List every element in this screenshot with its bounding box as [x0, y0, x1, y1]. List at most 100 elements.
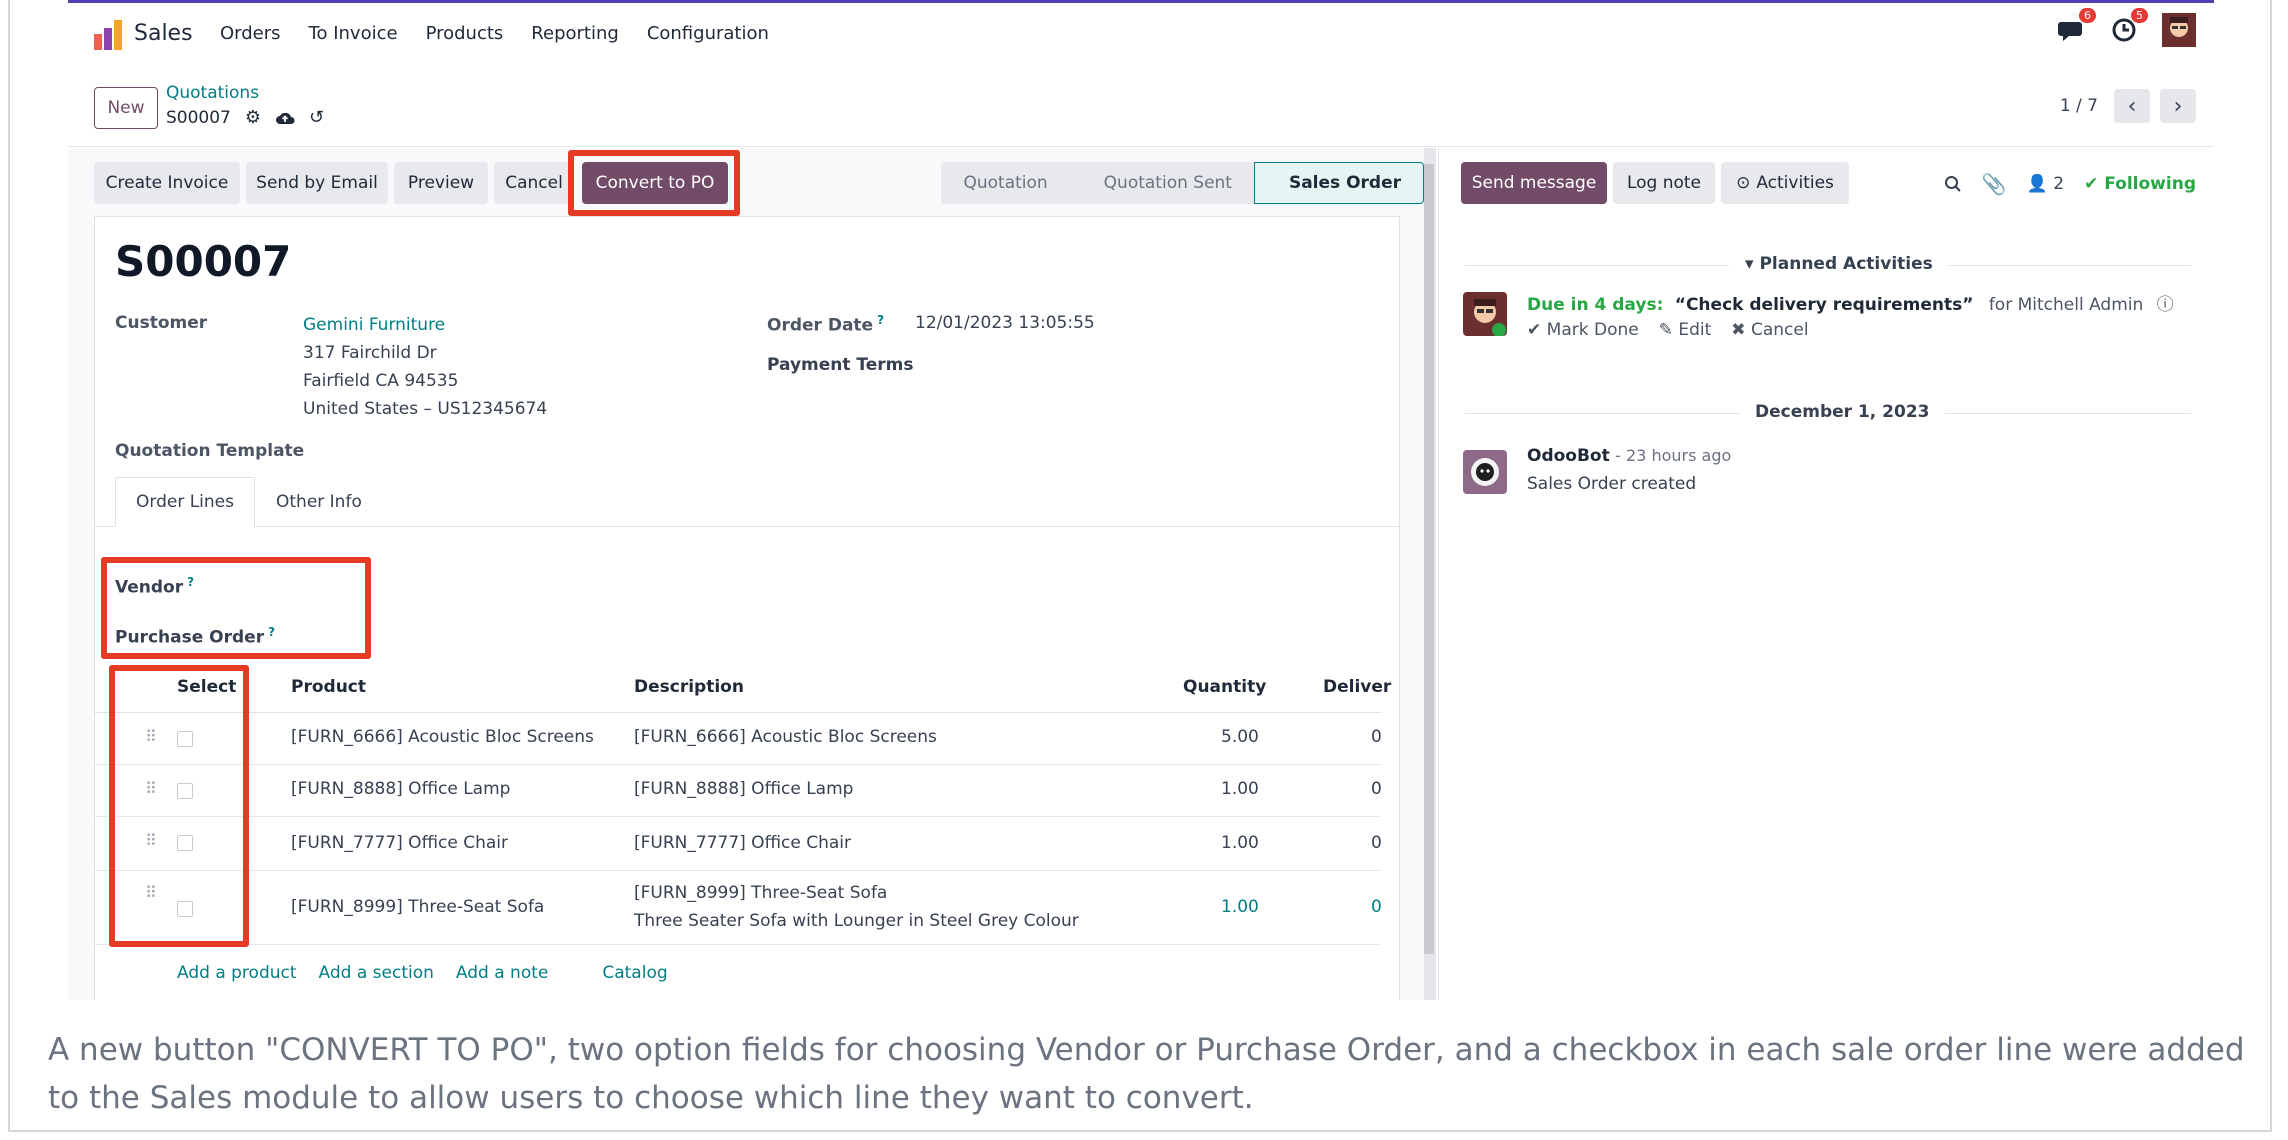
table-row[interactable]: ⠿ [FURN_6666] Acoustic Bloc Screens [FUR… — [95, 713, 1382, 765]
table-row[interactable]: ⠿ [FURN_7777] Office Chair [FURN_7777] O… — [95, 817, 1382, 871]
activity-due: Due in 4 days: — [1527, 295, 1664, 315]
search-icon[interactable] — [1944, 175, 1962, 193]
row-product: [FURN_8888] Office Lamp — [291, 779, 511, 799]
scrollbar-thumb[interactable] — [1424, 164, 1434, 954]
user-icon: 👤 — [2026, 174, 2048, 194]
stage-quotation-sent[interactable]: Quotation Sent — [1069, 162, 1254, 204]
planned-activities-title[interactable]: ▾ Planned Activities — [1729, 254, 1949, 274]
pager-value[interactable]: 1 / 7 — [2060, 96, 2098, 116]
order-date-field-label: Order Date? — [767, 313, 884, 336]
highlight-box-select — [109, 665, 249, 947]
followers-button[interactable]: 👤 2 — [2027, 174, 2064, 194]
menu-to-invoice[interactable]: To Invoice — [295, 23, 412, 44]
paperclip-icon[interactable]: 📎 — [1982, 172, 2007, 196]
stage-sales-order[interactable]: Sales Order — [1253, 162, 1424, 204]
form-scrollbar[interactable] — [1424, 148, 1436, 1000]
statusbar: Create Invoice Send by Email Preview Can… — [94, 150, 1424, 216]
row-delivered: 0 — [1371, 779, 1382, 799]
form-pane: Create Invoice Send by Email Preview Can… — [68, 148, 1436, 1000]
payment-terms-label: Payment Terms — [767, 355, 914, 375]
sales-app-icon[interactable] — [94, 20, 122, 50]
menu-configuration[interactable]: Configuration — [633, 23, 783, 44]
messages-icon[interactable]: 6 — [2058, 8, 2096, 44]
control-panel: New Quotations S00007 ⚙ ↺ 1 / 7 ‹ › — [68, 75, 2214, 147]
caption-text: A new button "CONVERT TO PO", two option… — [48, 1032, 2245, 1116]
close-icon: ✖ — [1731, 320, 1746, 340]
pencil-icon: ✎ — [1658, 320, 1673, 340]
odoobot-avatar — [1463, 450, 1507, 494]
row-description-line2: Three Seater Sofa with Lounger in Steel … — [634, 911, 1079, 931]
customer-address-line3: United States – US12345674 — [303, 399, 548, 419]
edit-activity-button[interactable]: ✎ Edit — [1659, 320, 1712, 340]
customer-name-link[interactable]: Gemini Furniture — [303, 315, 445, 335]
activity-avatar — [1463, 292, 1507, 337]
check-icon: ✔ — [2084, 174, 2099, 194]
tab-order-lines[interactable]: Order Lines — [115, 477, 255, 527]
header-delivered[interactable]: Deliver — [1323, 677, 1391, 697]
add-product-link[interactable]: Add a product — [177, 963, 297, 983]
row-product: [FURN_8999] Three-Seat Sofa — [291, 897, 545, 917]
send-by-email-button[interactable]: Send by Email — [246, 162, 388, 204]
new-button[interactable]: New — [94, 87, 158, 129]
create-invoice-button[interactable]: Create Invoice — [94, 162, 240, 204]
clock-icon: ⊙ — [1736, 173, 1751, 193]
menu-reporting[interactable]: Reporting — [517, 23, 633, 44]
row-description: [FURN_8888] Office Lamp — [634, 779, 854, 799]
row-description: [FURN_6666] Acoustic Bloc Screens — [634, 727, 937, 747]
systray: 6 5 — [2058, 8, 2196, 47]
highlight-box-convert — [568, 150, 740, 216]
cancel-label: Cancel — [1750, 320, 1809, 340]
help-tooltip-icon[interactable]: ? — [877, 313, 884, 327]
mark-done-button[interactable]: ✔ Mark Done — [1527, 320, 1639, 340]
cloud-upload-icon[interactable] — [275, 110, 295, 126]
discard-undo-icon[interactable]: ↺ — [309, 107, 324, 128]
cancel-activity-button[interactable]: ✖ Cancel — [1731, 320, 1808, 340]
following-button[interactable]: ✔ Following — [2084, 174, 2196, 194]
order-date-value[interactable]: 12/01/2023 13:05:55 — [915, 313, 1095, 333]
message-body: Sales Order created — [1527, 474, 1697, 494]
header-product[interactable]: Product — [291, 677, 366, 697]
quotation-template-label: Quotation Template — [115, 441, 305, 461]
table-row[interactable]: ⠿ [FURN_8888] Office Lamp [FURN_8888] Of… — [95, 765, 1382, 817]
gear-icon[interactable]: ⚙ — [245, 107, 261, 128]
followers-count: 2 — [2053, 174, 2065, 194]
app-name[interactable]: Sales — [134, 21, 193, 46]
date-separator: December 1, 2023 — [1739, 402, 1946, 422]
tab-other-info[interactable]: Other Info — [255, 477, 383, 527]
order-name: S00007 — [115, 237, 292, 286]
breadcrumb-current: S00007 — [166, 107, 231, 128]
info-icon[interactable]: ⓘ — [2157, 295, 2174, 315]
add-section-link[interactable]: Add a section — [319, 963, 434, 983]
row-quantity: 5.00 — [1221, 727, 1259, 747]
table-row[interactable]: ⠿ [FURN_8999] Three-Seat Sofa [FURN_8999… — [95, 871, 1382, 945]
add-note-link[interactable]: Add a note — [456, 963, 548, 983]
catalog-link[interactable]: Catalog — [602, 963, 667, 983]
chatter-panel: Send message Log note ⊙ Activities 📎 👤 2 … — [1438, 148, 2214, 1000]
messages-badge: 6 — [2079, 8, 2096, 23]
edit-label: Edit — [1678, 320, 1712, 340]
cancel-button[interactable]: Cancel — [494, 162, 574, 204]
send-message-button[interactable]: Send message — [1461, 162, 1607, 204]
log-note-button[interactable]: Log note — [1613, 162, 1715, 204]
preview-button[interactable]: Preview — [394, 162, 488, 204]
activities-clock-icon[interactable]: 5 — [2110, 8, 2148, 44]
menu-orders[interactable]: Orders — [206, 23, 295, 44]
message-author[interactable]: OdooBot — [1527, 446, 1610, 466]
row-product: [FURN_7777] Office Chair — [291, 833, 508, 853]
planned-activities-label: Planned Activities — [1759, 254, 1933, 274]
stage-quotation[interactable]: Quotation — [941, 162, 1070, 204]
row-delivered: 0 — [1371, 897, 1382, 917]
menu-products[interactable]: Products — [412, 23, 518, 44]
activities-button[interactable]: ⊙ Activities — [1721, 162, 1849, 204]
screenshot-frame: Sales Orders To Invoice Products Reporti… — [8, 0, 2272, 1132]
header-description[interactable]: Description — [634, 677, 744, 697]
add-line-links: Add a product Add a section Add a note C… — [177, 963, 668, 983]
row-delivered: 0 — [1371, 833, 1382, 853]
breadcrumb-quotations[interactable]: Quotations — [166, 83, 259, 103]
user-avatar[interactable] — [2162, 13, 2196, 47]
status-pipeline: Quotation Quotation Sent Sales Order — [941, 162, 1424, 204]
pager-next-button[interactable]: › — [2160, 89, 2196, 123]
pager-previous-button[interactable]: ‹ — [2114, 89, 2150, 123]
odoo-app: Sales Orders To Invoice Products Reporti… — [68, 0, 2214, 1000]
header-quantity[interactable]: Quantity — [1183, 677, 1266, 697]
